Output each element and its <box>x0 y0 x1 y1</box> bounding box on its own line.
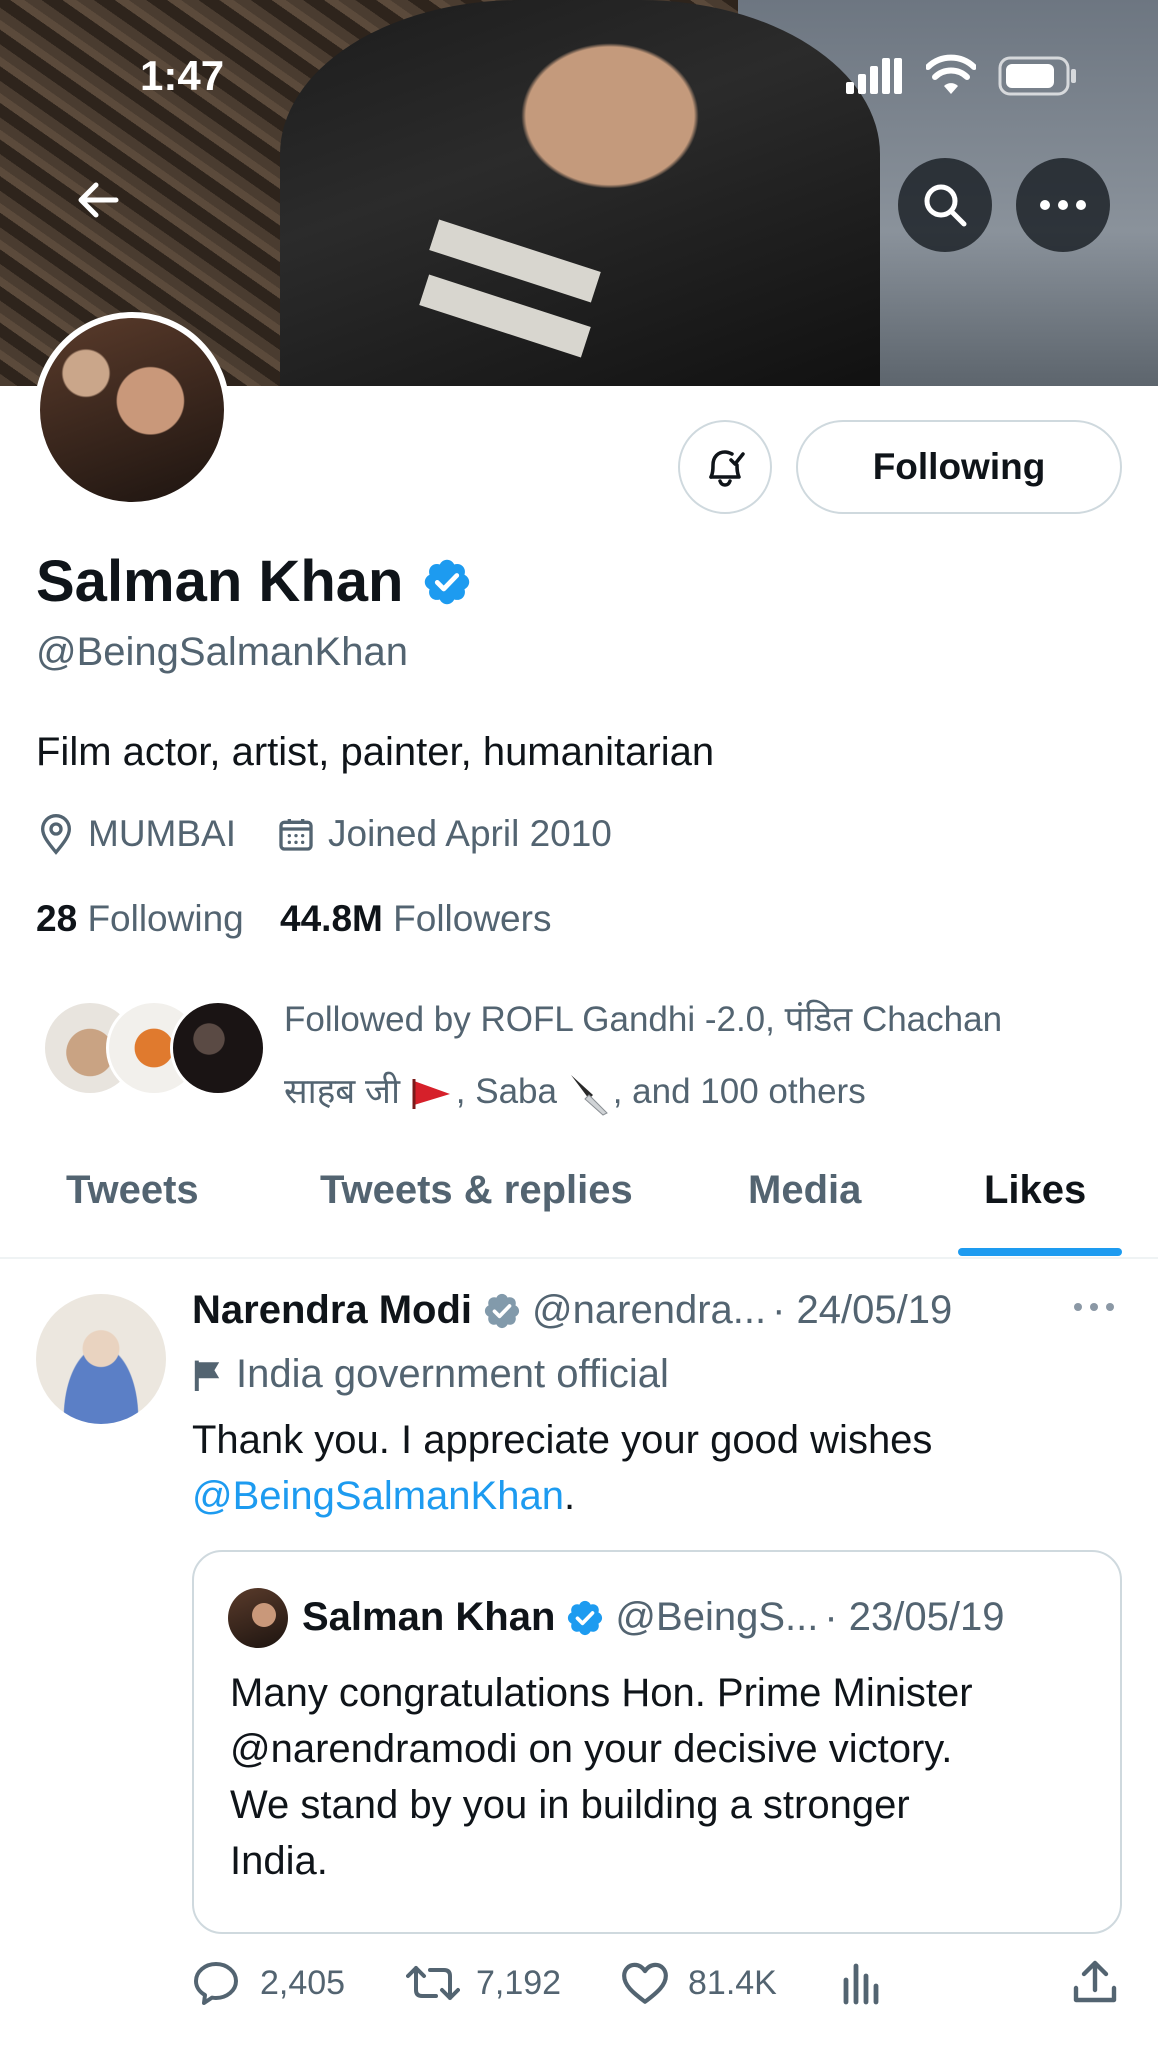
profile-handle: @BeingSalmanKhan <box>36 630 408 674</box>
quoted-author-handle: @BeingS... <box>615 1595 819 1639</box>
tweet-label: India government official <box>236 1352 669 1396</box>
followed-by-text[interactable]: Followed by ROFL Gandhi -2.0, पंडित Chac… <box>284 984 1144 1128</box>
followed-by-others: , and 100 others <box>612 1072 866 1111</box>
retweet-count: 7,192 <box>476 1963 562 2002</box>
analytics-button[interactable] <box>840 1960 884 2011</box>
tweet-author-handle: @narendra... <box>532 1288 767 1332</box>
reply-count: 2,405 <box>260 1963 346 2002</box>
tweet-body: Thank you. I appreciate your good wishes… <box>192 1412 1092 1524</box>
profile-avatar[interactable] <box>34 312 230 508</box>
tweet-mention-suffix: . <box>563 1474 576 1518</box>
followed-by-name: साहब जी <box>284 1072 401 1111</box>
tweet-label-row: India government official <box>192 1352 669 1397</box>
tab-media[interactable]: Media <box>748 1168 861 1213</box>
followers-link[interactable]: 44.8M Followers <box>280 898 551 939</box>
notifications-button[interactable] <box>678 420 772 514</box>
signal-icon <box>846 56 904 101</box>
red-flag-icon <box>412 1078 450 1109</box>
more-icon <box>1040 200 1086 210</box>
more-icon <box>1074 1303 1114 1311</box>
share-button[interactable] <box>1072 1958 1118 2011</box>
verified-badge-icon <box>568 1600 603 1635</box>
like-button[interactable]: 81.4K <box>620 1960 777 2006</box>
share-icon <box>1073 1960 1117 2003</box>
tweet-date: · 24/05/19 <box>772 1288 953 1332</box>
wifi-icon <box>925 54 977 101</box>
tweet-text: Thank you. I appreciate your good wishes <box>192 1418 933 1462</box>
retweet-button[interactable]: 7,192 <box>406 1960 561 2006</box>
tab-likes[interactable]: Likes <box>984 1168 1086 1213</box>
quoted-text-line: We stand by you in building a stronger <box>230 1783 910 1827</box>
quoted-text: Many congratulations Hon. Prime Minister… <box>230 1665 1110 1889</box>
knife-icon <box>570 1074 608 1116</box>
quoted-text-line: Many congratulations Hon. Prime Minister <box>230 1671 973 1715</box>
like-count: 81.4K <box>688 1963 777 2002</box>
follower-avatar <box>170 1000 266 1096</box>
followed-by-line2: साहब जी , Saba , and 100 others <box>284 1056 1144 1128</box>
following-label: Following <box>87 898 244 939</box>
more-button[interactable] <box>1016 158 1110 252</box>
quoted-text-line: India. <box>230 1839 328 1883</box>
bell-check-icon <box>709 450 745 487</box>
followed-by-name: , Saba <box>455 1072 557 1111</box>
tab-tweets-replies[interactable]: Tweets & replies <box>320 1168 633 1213</box>
gov-badge-icon <box>484 1293 520 1328</box>
quoted-text-line: @narendramodi on your decisive victory. <box>230 1727 953 1771</box>
tabs-divider <box>0 1257 1158 1259</box>
follow-counts: 28 Following 44.8M Followers <box>36 898 551 940</box>
following-link[interactable]: 28 Following <box>36 898 244 939</box>
battery-icon <box>998 56 1078 101</box>
quoted-date: · 23/05/19 <box>824 1595 1005 1639</box>
search-icon <box>924 184 967 227</box>
calendar-icon <box>279 819 313 851</box>
active-tab-indicator <box>958 1248 1122 1256</box>
analytics-icon <box>843 1963 879 2005</box>
following-button[interactable]: Following <box>796 420 1122 514</box>
reply-icon <box>194 1962 238 2005</box>
quoted-author-name: Salman Khan <box>302 1595 556 1639</box>
location-pin-icon <box>40 814 72 855</box>
followed-by-avatars[interactable] <box>42 1000 266 1096</box>
profile-location: MUMBAI <box>88 813 236 854</box>
arrow-left-icon <box>78 182 119 218</box>
followed-by-line1: Followed by ROFL Gandhi -2.0, पंडित Chac… <box>284 1000 1003 1039</box>
tweet-author-avatar[interactable] <box>36 1294 166 1424</box>
flag-icon <box>194 1360 220 1391</box>
profile-bio: Film actor, artist, painter, humanitaria… <box>36 730 715 774</box>
retweet-icon <box>406 1966 460 2000</box>
quoted-header: Salman Khan @BeingS... · 23/05/19 <box>302 1595 1004 1640</box>
profile-name-row: Salman Khan <box>36 548 473 615</box>
profile-name: Salman Khan <box>36 549 404 614</box>
back-button[interactable] <box>68 170 128 230</box>
following-count: 28 <box>36 898 78 939</box>
tweet-more-button[interactable] <box>1072 1300 1116 1318</box>
profile-joined: Joined April 2010 <box>328 813 612 854</box>
tweet-mention[interactable]: @BeingSalmanKhan <box>192 1474 564 1518</box>
verified-badge-icon <box>425 559 470 604</box>
tweet-author-name[interactable]: Narendra Modi <box>192 1288 472 1333</box>
search-button[interactable] <box>898 158 992 252</box>
status-time: 1:47 <box>140 52 225 99</box>
profile-meta: MUMBAI Joined April 2010 <box>36 812 612 856</box>
heart-icon <box>622 1962 668 2004</box>
followers-count: 44.8M <box>280 898 383 939</box>
tweet-header: Narendra Modi @narendra... · 24/05/19 <box>192 1288 1092 1333</box>
tab-tweets[interactable]: Tweets <box>66 1168 199 1213</box>
quoted-author-avatar <box>228 1588 288 1648</box>
followers-label: Followers <box>393 898 552 939</box>
reply-button[interactable]: 2,405 <box>192 1960 345 2006</box>
